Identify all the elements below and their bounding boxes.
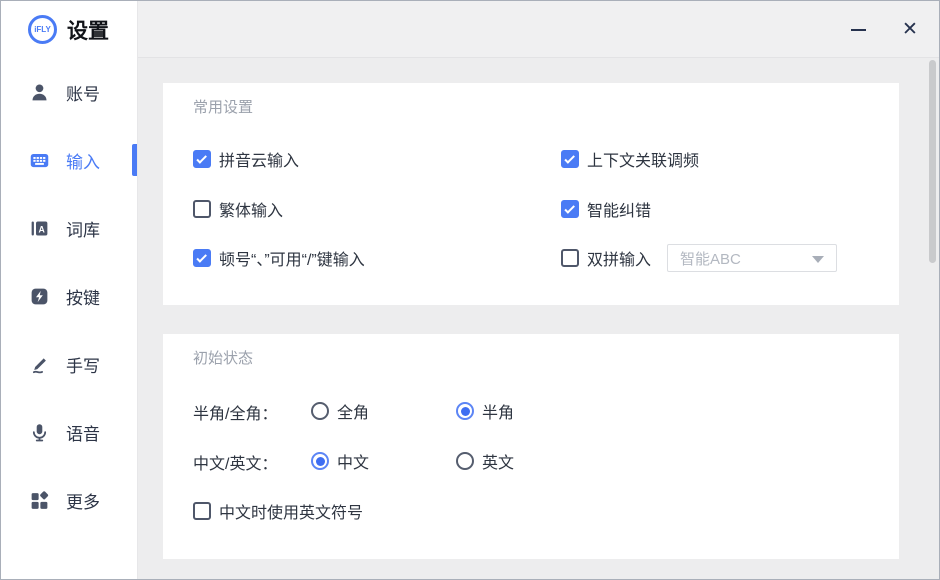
check-icon [196, 153, 207, 164]
radio[interactable] [456, 402, 474, 420]
check-icon [564, 153, 575, 164]
chinese-english-row: 中文/英文： 中文 英文 [193, 449, 869, 473]
sidebar-item-label: 更多 [66, 488, 100, 513]
checkbox[interactable] [561, 200, 579, 218]
dictionary-icon: A [29, 218, 50, 239]
option-label: 智能纠错 [587, 197, 651, 221]
scrollbar-thumb[interactable] [929, 60, 936, 263]
sidebar-item-label: 输入 [66, 148, 100, 173]
sidebar-item-label: 词库 [66, 216, 100, 241]
common-settings-card: 常用设置 拼音云输入 上下文关联调频 繁体输入 智能纠错 顿号“、”可用“/”键… [163, 83, 899, 305]
halfwidth-fullwidth-row: 半角/全角： 全角 半角 [193, 399, 869, 423]
checkbox[interactable] [193, 502, 211, 520]
radio-dot-icon [461, 407, 470, 416]
sidebar-item-handwriting[interactable]: 手写 [1, 330, 137, 398]
sidebar-item-dictionary[interactable]: A 词库 [1, 194, 137, 262]
check-icon [196, 252, 207, 263]
radio[interactable] [311, 452, 329, 470]
chevron-down-icon [812, 256, 824, 263]
sidebar-item-label: 账号 [66, 80, 100, 105]
option-smart-correction[interactable]: 智能纠错 [561, 197, 651, 221]
checkbox[interactable] [193, 200, 211, 218]
option-pinyin-cloud[interactable]: 拼音云输入 [193, 147, 299, 171]
radio-label: 英文 [482, 449, 514, 473]
radio-chinese[interactable]: 中文 [311, 449, 369, 473]
key-bolt-icon [29, 286, 50, 307]
ifly-logo-icon: iFLY [28, 15, 57, 44]
main-content: 常用设置 拼音云输入 上下文关联调频 繁体输入 智能纠错 顿号“、”可用“/”键… [138, 58, 939, 579]
radio-dot-icon [316, 457, 325, 466]
radio-english[interactable]: 英文 [456, 449, 514, 473]
sidebar-item-more[interactable]: 更多 [1, 466, 137, 534]
sidebar-item-label: 语音 [66, 420, 100, 445]
user-icon [29, 82, 50, 103]
section-title: 常用设置 [193, 96, 253, 117]
check-icon [564, 203, 575, 214]
minimize-button[interactable] [843, 15, 873, 45]
initial-state-card: 初始状态 半角/全角： 全角 半角 中文/英文： 中文 [163, 334, 899, 559]
checkbox[interactable] [193, 150, 211, 168]
app-brand: iFLY 设置 [1, 1, 137, 58]
radio-label: 中文 [337, 449, 369, 473]
option-label: 繁体输入 [219, 197, 283, 221]
radio[interactable] [311, 402, 329, 420]
option-label: 上下文关联调频 [587, 147, 699, 171]
sidebar-nav: 账号 输入 A 词库 [1, 58, 137, 534]
sidebar-item-keys[interactable]: 按键 [1, 262, 137, 330]
microphone-icon [29, 422, 50, 443]
minimize-icon [851, 29, 866, 31]
window-controls: ✕ [843, 1, 925, 58]
option-dun-hao-slash[interactable]: 顿号“、”可用“/”键输入 [193, 244, 365, 272]
english-symbols-row: 中文时使用英文符号 [193, 499, 869, 523]
radio-fullwidth[interactable]: 全角 [311, 399, 369, 423]
svg-text:A: A [39, 224, 46, 234]
option-shuangpin[interactable]: 双拼输入 智能ABC [561, 244, 837, 272]
radio-label: 半角 [482, 399, 514, 423]
sidebar-item-voice[interactable]: 语音 [1, 398, 137, 466]
sidebar: iFLY 设置 账号 输入 [1, 1, 138, 579]
section-title: 初始状态 [193, 347, 253, 368]
radio-halfwidth[interactable]: 半角 [456, 399, 514, 423]
radio[interactable] [456, 452, 474, 470]
option-context-tuning[interactable]: 上下文关联调频 [561, 147, 699, 171]
option-traditional[interactable]: 繁体输入 [193, 197, 283, 221]
option-label: 顿号“、”可用“/”键输入 [219, 246, 365, 270]
sidebar-item-account[interactable]: 账号 [1, 58, 137, 126]
sidebar-item-label: 按键 [66, 284, 100, 309]
keyboard-icon [29, 150, 50, 171]
checkbox[interactable] [561, 150, 579, 168]
titlebar: ✕ [138, 1, 939, 58]
radio-label: 全角 [337, 399, 369, 423]
settings-window: iFLY 设置 账号 输入 [0, 0, 940, 580]
checkbox[interactable] [561, 249, 579, 267]
selected-scheme: 智能ABC [680, 248, 741, 269]
checkbox[interactable] [193, 249, 211, 267]
row-label: 半角/全角： [193, 400, 277, 424]
row-label: 中文/英文： [193, 450, 277, 474]
pen-icon [29, 354, 50, 375]
option-english-symbols[interactable]: 中文时使用英文符号 [193, 499, 363, 523]
close-button[interactable]: ✕ [895, 15, 925, 45]
sidebar-item-input[interactable]: 输入 [1, 126, 137, 194]
option-label: 拼音云输入 [219, 147, 299, 171]
option-label: 双拼输入 [587, 246, 651, 270]
shuangpin-scheme-select[interactable]: 智能ABC [667, 244, 837, 272]
page-title: 设置 [67, 15, 109, 45]
close-icon: ✕ [902, 18, 918, 41]
more-grid-icon [29, 490, 50, 511]
sidebar-item-label: 手写 [66, 352, 100, 377]
option-label: 中文时使用英文符号 [219, 499, 363, 523]
